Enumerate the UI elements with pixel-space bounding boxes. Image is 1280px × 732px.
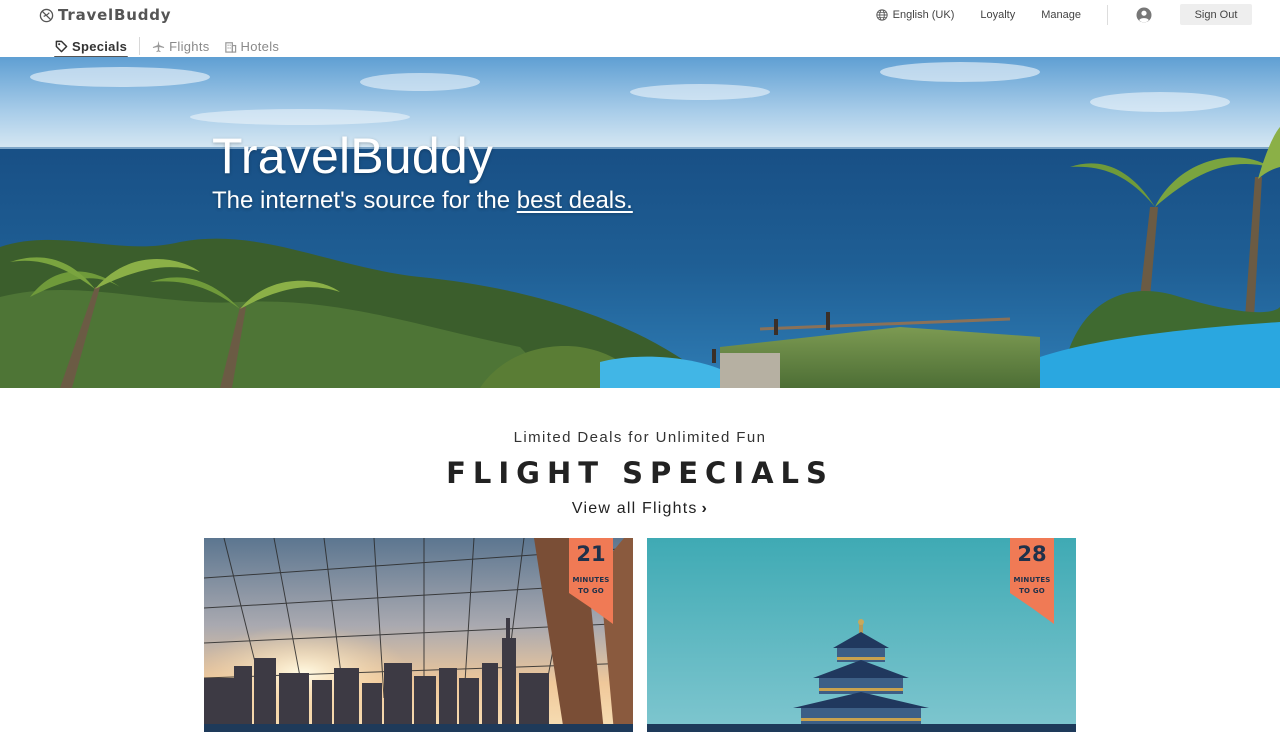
loyalty-link[interactable]: Loyalty [980, 9, 1015, 21]
tag-icon [55, 40, 68, 52]
hero-subtitle: The internet's source for the best deals… [212, 187, 633, 215]
hero-subtitle-text: The internet's source for the [212, 187, 517, 214]
flight-special-card[interactable]: 21 MINUTES TO GO [204, 538, 633, 732]
countdown-suffix: TO GO [578, 587, 604, 595]
language-selector[interactable]: English (UK) [875, 8, 955, 21]
account-nav: English (UK) Loyalty Manage Sign Out [875, 4, 1252, 25]
brand-logo[interactable]: TravelBuddy [39, 6, 171, 24]
view-all-flights-label: View all Flights [571, 500, 698, 517]
hero-title: TravelBuddy [212, 128, 494, 184]
hero-beach-image [0, 57, 1280, 388]
hero-banner: TravelBuddy The internet's source for th… [0, 57, 1280, 388]
countdown-ribbon: 21 MINUTES TO GO [569, 538, 613, 624]
countdown-minutes: 28 [1017, 542, 1047, 566]
tab-flights[interactable]: Flights [151, 35, 210, 57]
plane-icon [153, 40, 165, 52]
user-avatar-icon[interactable] [1136, 7, 1152, 23]
no-travel-globe-icon [39, 8, 54, 22]
countdown-ribbon: 28 MINUTES TO GO [1010, 538, 1054, 624]
sign-out-button[interactable]: Sign Out [1180, 4, 1252, 25]
countdown-unit: MINUTES [1013, 576, 1051, 584]
chevron-right-icon: › [701, 500, 709, 517]
best-deals-link[interactable]: best deals. [517, 187, 633, 214]
loyalty-label: Loyalty [980, 8, 1016, 21]
specials-tagline: Limited Deals for Unlimited Fun [513, 429, 767, 446]
tab-divider [139, 37, 141, 55]
card-bottom-bar [647, 724, 1076, 732]
countdown-label: MINUTES TO GO [1010, 575, 1054, 597]
tab-specials[interactable]: Specials [54, 35, 129, 59]
tab-specials-label: Specials [72, 38, 128, 54]
flight-special-card[interactable]: 28 MINUTES TO GO [647, 538, 1076, 732]
tab-hotels-label: Hotels [240, 38, 280, 54]
card-bottom-bar [204, 724, 633, 732]
nav-divider [1107, 4, 1108, 25]
main-tabs: Specials Flights Hotels [54, 35, 281, 59]
tab-hotels[interactable]: Hotels [223, 35, 281, 57]
countdown-suffix: TO GO [1019, 587, 1045, 595]
brand-name: TravelBuddy [58, 6, 172, 24]
countdown-label: MINUTES TO GO [569, 575, 613, 597]
view-all-flights-link[interactable]: View all Flights › [0, 500, 1280, 518]
globe-icon [875, 8, 888, 21]
building-icon [224, 41, 236, 53]
countdown-unit: MINUTES [572, 576, 610, 584]
tab-flights-label: Flights [169, 38, 210, 54]
countdown-minutes: 21 [576, 542, 606, 566]
top-header: TravelBuddy Specials Flights Hotels Engl… [0, 0, 1280, 59]
manage-link[interactable]: Manage [1041, 9, 1081, 21]
manage-label: Manage [1041, 8, 1081, 21]
language-label: English (UK) [892, 8, 955, 21]
flight-specials-heading: FLIGHT SPECIALS [446, 456, 834, 490]
